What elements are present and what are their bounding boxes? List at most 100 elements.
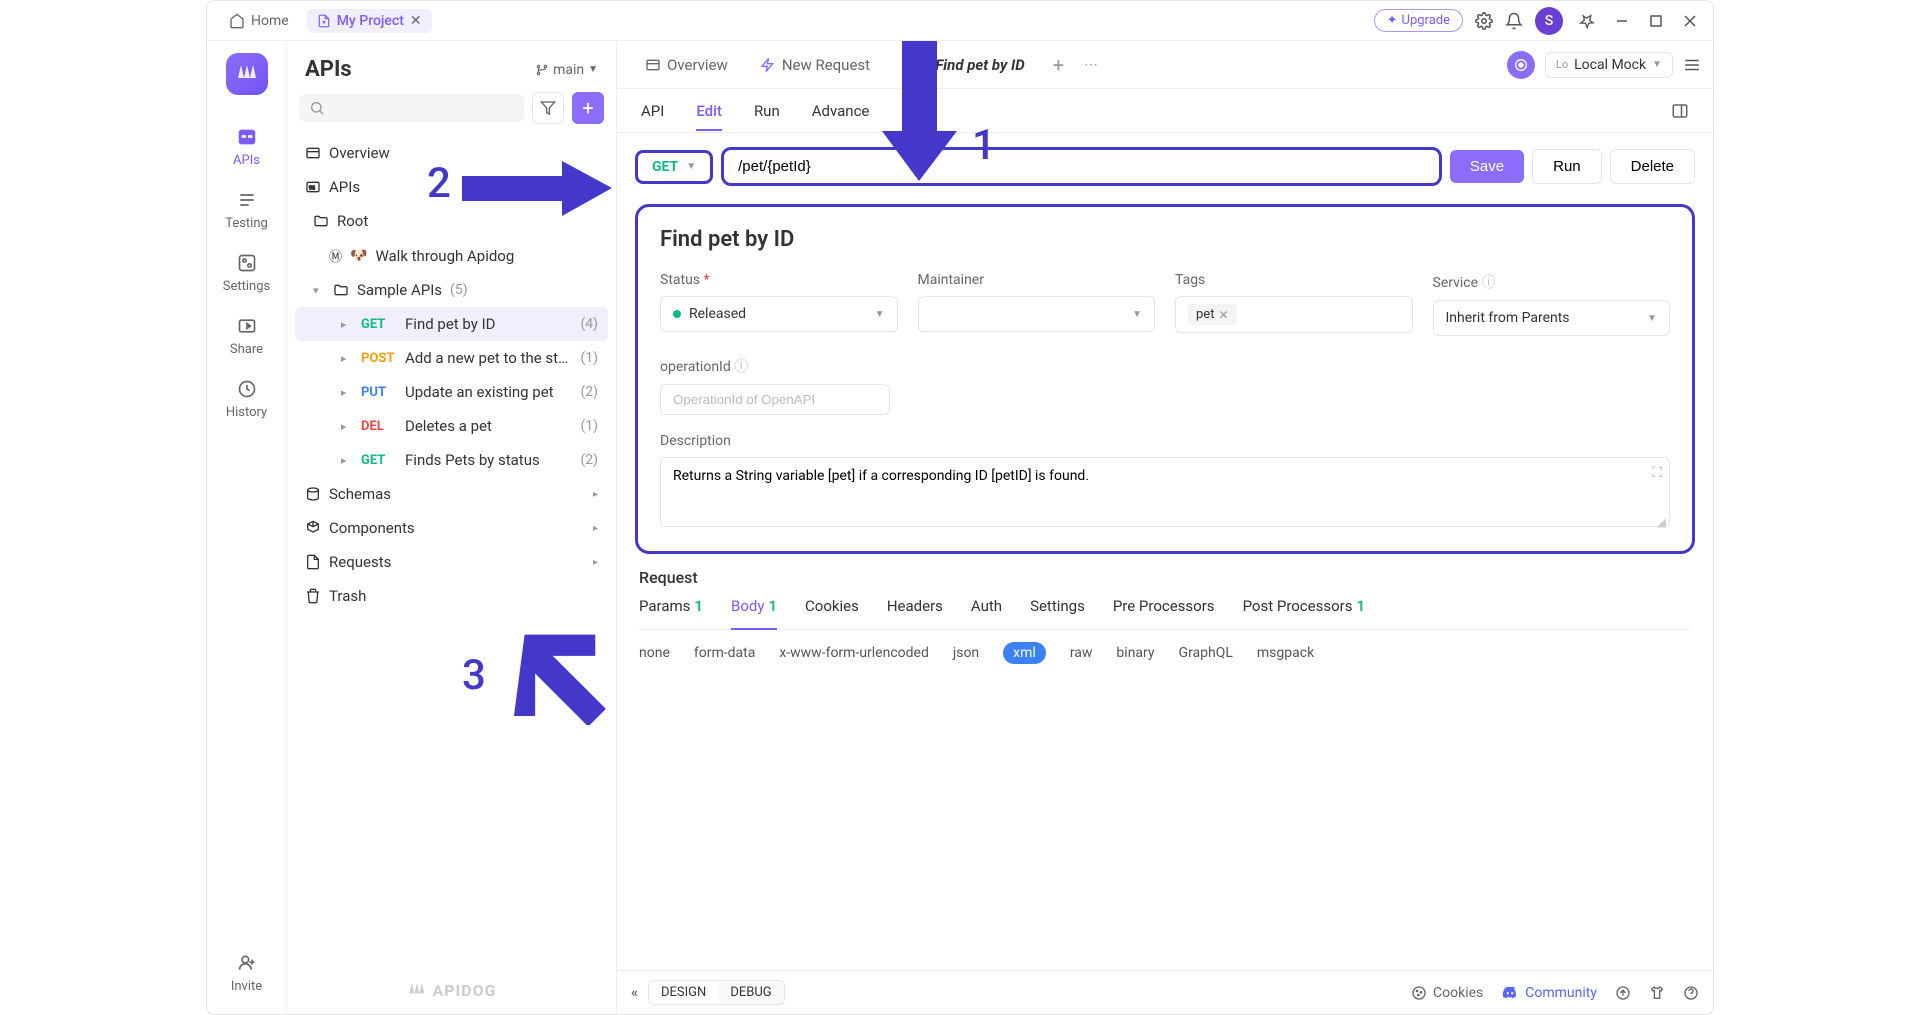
mode-design[interactable]: DESIGN [649,981,718,1004]
tab-new-request-label: New Request [782,56,870,74]
tab-overview[interactable]: Overview [629,41,744,88]
bodytype-xwww[interactable]: x-www-form-urlencoded [779,645,929,661]
collapse-icon[interactable]: « [631,985,638,1001]
close-icon[interactable]: ✕ [410,13,422,29]
status-select[interactable]: Released ▼ [660,296,898,332]
target-icon [1513,57,1529,73]
rail-apis-label: APIs [233,153,260,168]
home-label: Home [251,13,289,29]
bodytype-xml[interactable]: xml [1003,642,1046,664]
bodytype-none[interactable]: none [639,645,670,661]
expand-icon[interactable]: ⛶ [1652,465,1662,481]
save-button[interactable]: Save [1450,150,1524,183]
minimize-icon[interactable] [1611,10,1633,32]
chevron-right-icon: ▸ [593,523,598,534]
url-input[interactable] [721,147,1442,186]
tab-more-button[interactable]: ⋯ [1076,57,1106,73]
maintainer-select[interactable]: ▼ [918,296,1156,332]
upload-icon[interactable] [1615,985,1631,1001]
avatar[interactable]: S [1535,7,1563,35]
operationid-input[interactable] [660,384,890,415]
environment-selector[interactable]: Lo Local Mock ▼ [1545,52,1673,78]
env-quick-btn[interactable] [1507,51,1535,79]
branch-selector[interactable]: main ▼ [535,62,598,78]
reqtab-auth[interactable]: Auth [971,597,1002,619]
method-select[interactable]: GET ▼ [635,150,713,184]
tree-trash[interactable]: Trash [295,579,608,613]
subtab-edit[interactable]: Edit [696,92,722,130]
bodytype-raw[interactable]: raw [1070,645,1093,661]
pin-icon[interactable] [1575,9,1599,33]
service-select[interactable]: Inherit from Parents ▼ [1433,300,1671,336]
add-button[interactable]: + [572,92,604,124]
app-logo[interactable] [226,53,268,95]
tree-endpoint-del-deletepet[interactable]: ▸ DEL Deletes a pet (1) [295,409,608,443]
bodytype-graphql[interactable]: GraphQL [1179,645,1233,661]
tree-sample-folder[interactable]: ▾ Sample APIs (5) [295,273,608,307]
tree-endpoint-post-addpet[interactable]: ▸ POST Add a new pet to the st… (1) [295,341,608,375]
close-window-icon[interactable] [1679,10,1701,32]
shirt-icon[interactable] [1649,985,1665,1001]
panel-icon[interactable] [1671,102,1689,120]
rail-testing[interactable]: Testing [207,180,286,239]
reqtab-params[interactable]: Params1 [639,597,703,619]
bodytype-json[interactable]: json [953,645,979,661]
footer-cookies[interactable]: Cookies [1411,985,1483,1001]
menu-icon[interactable] [1683,56,1701,74]
reqtab-settings[interactable]: Settings [1030,597,1085,619]
project-tab[interactable]: My Project ✕ [307,9,432,33]
bodytype-msgpack[interactable]: msgpack [1257,645,1314,661]
tree-endpoint-get-findbystatus[interactable]: ▸ GET Finds Pets by status (2) [295,443,608,477]
subtab-api[interactable]: API [641,92,664,130]
rail-settings[interactable]: Settings [207,243,286,302]
reqtab-headers[interactable]: Headers [887,597,943,619]
upgrade-button[interactable]: ✦ Upgrade [1374,9,1463,32]
new-tab-button[interactable]: + [1041,53,1076,77]
bodytype-binary[interactable]: binary [1116,645,1154,661]
tag-remove-icon[interactable]: ✕ [1218,308,1228,322]
bell-icon[interactable] [1505,12,1523,30]
footer-community[interactable]: Community [1501,984,1597,1002]
rail-history[interactable]: History [207,369,286,428]
tab-new-request[interactable]: New Request [744,41,886,88]
rail-apis[interactable]: APIs [207,117,286,176]
rail-invite[interactable]: Invite [207,943,286,1002]
home-button[interactable]: Home [219,9,299,33]
run-button[interactable]: Run [1532,149,1602,184]
tree-apis-root[interactable]: 96 APIs ▸ [295,170,608,204]
tree-components[interactable]: Components ▸ [295,511,608,545]
reqtab-pre[interactable]: Pre Processors [1113,597,1215,619]
chevron-right-icon: ▸ [341,318,353,331]
gear-icon[interactable] [1475,12,1493,30]
settings-icon [235,251,259,275]
help-icon[interactable] [1683,985,1699,1001]
status-label: Status * [660,272,898,288]
help-icon[interactable]: ⓘ [734,359,748,375]
description-textarea[interactable] [660,457,1670,527]
tree-endpoint-put-updatepet[interactable]: ▸ PUT Update an existing pet (2) [295,375,608,409]
reqtab-post[interactable]: Post Processors1 [1243,597,1366,619]
rail-share[interactable]: Share [207,306,286,365]
reqtab-cookies[interactable]: Cookies [805,597,859,619]
tree-overview[interactable]: Overview [295,136,608,170]
delete-button[interactable]: Delete [1610,149,1695,184]
tab-active-endpoint[interactable]: GET Find pet by ID [886,41,1041,88]
search-input[interactable] [299,94,524,122]
tree-endpoint-get-findpet[interactable]: ▸ GET Find pet by ID (4) [295,307,608,341]
tree-walkthrough[interactable]: Ⓜ 🐶 Walk through Apidog [295,238,608,273]
tree-schemas[interactable]: Schemas ▸ [295,477,608,511]
description-label: Description [660,433,1670,449]
tree-root-folder[interactable]: Root [295,204,608,238]
tags-select[interactable]: pet ✕ [1175,296,1413,333]
tree-requests[interactable]: Requests ▸ [295,545,608,579]
reqtab-body[interactable]: Body1 [731,597,777,619]
help-icon[interactable]: ⓘ [1482,275,1496,291]
maximize-icon[interactable] [1645,10,1667,32]
mode-debug[interactable]: DEBUG [718,981,783,1004]
resize-handle-icon[interactable]: ◢ [1657,515,1666,529]
subtab-advanced[interactable]: Advance [812,92,870,130]
bodytype-formdata[interactable]: form-data [694,645,755,661]
request-section: Request Params1 Body1 Cookies Headers Au… [617,554,1713,664]
subtab-run[interactable]: Run [754,92,780,130]
filter-button[interactable] [532,92,564,124]
